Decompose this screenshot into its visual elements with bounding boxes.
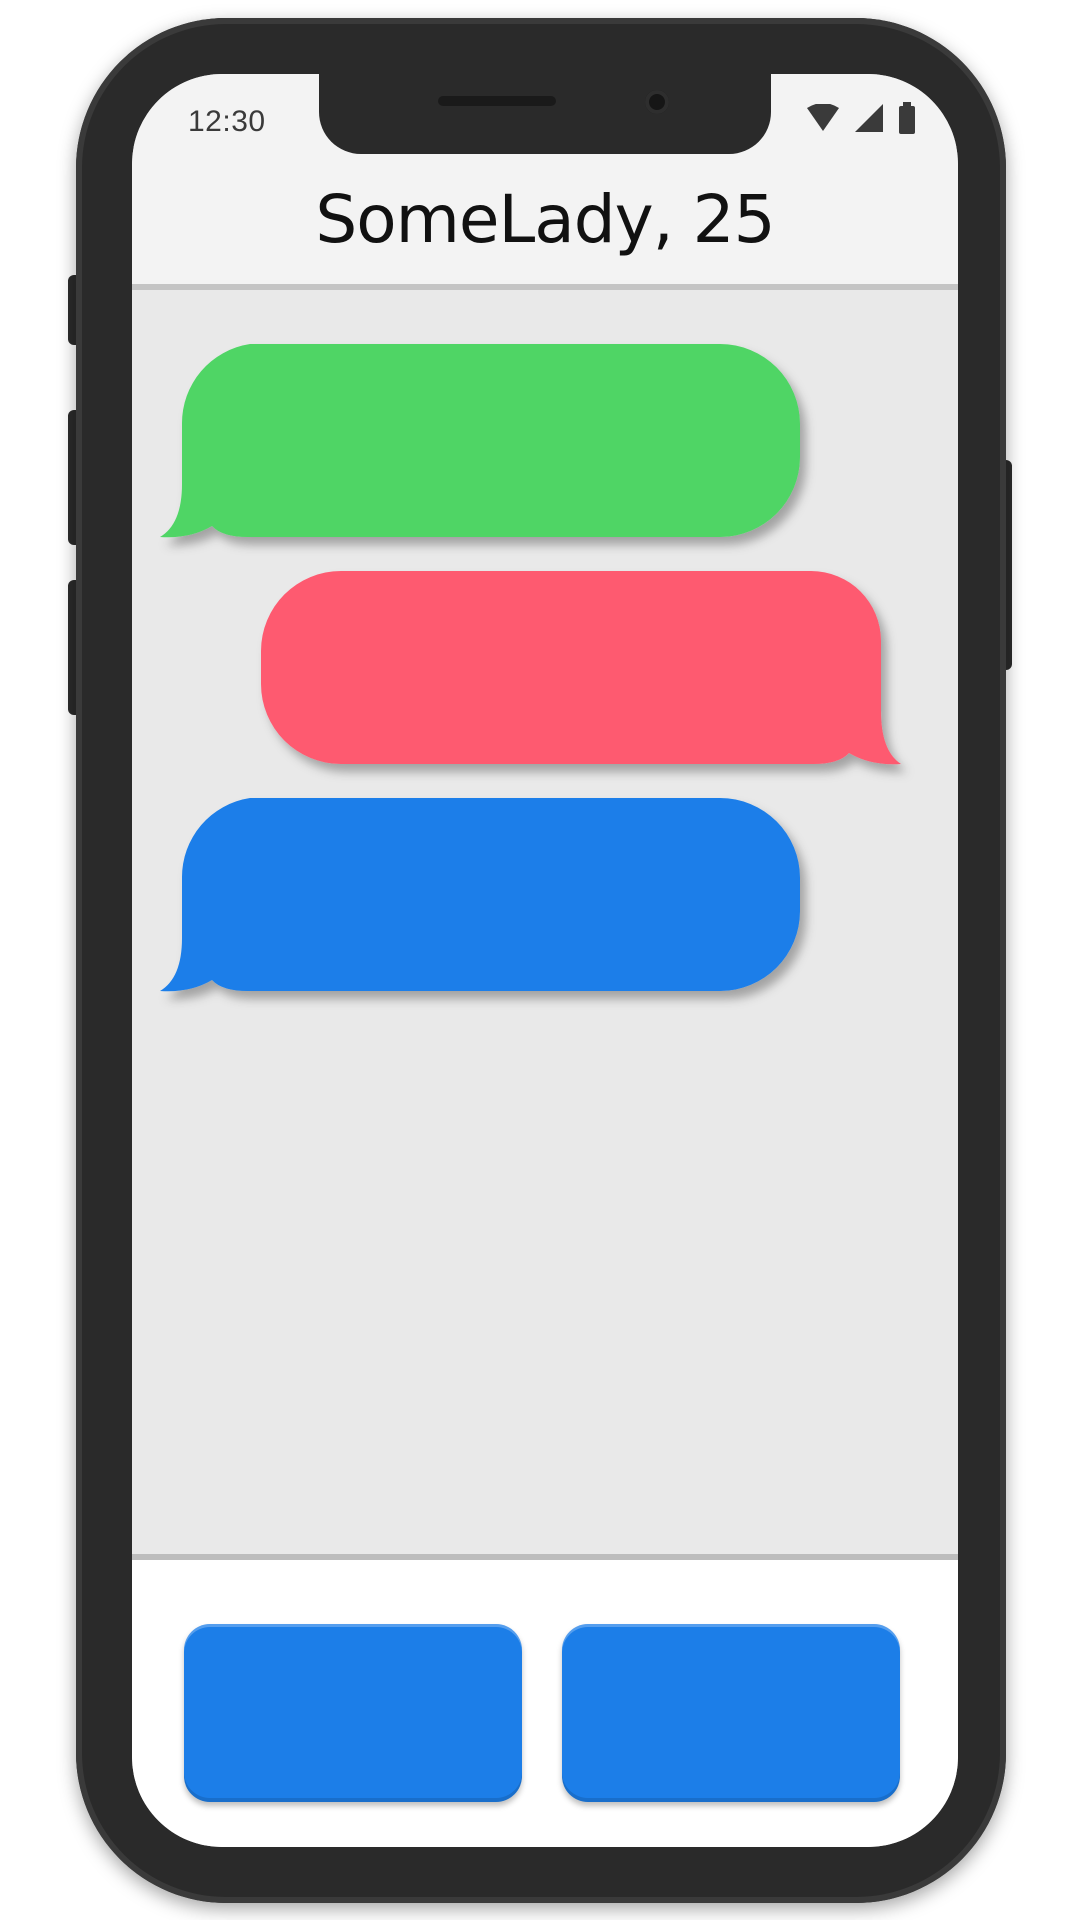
status-icons: [806, 102, 916, 139]
contact-name-title: SomeLady, 25: [315, 180, 775, 258]
chat-header: SomeLady, 25: [132, 154, 958, 290]
phone-screen: 12:30 SomeLady, 25: [132, 74, 958, 1847]
reply-options-panel: [132, 1554, 958, 1847]
status-time: 12:30: [188, 105, 266, 138]
earpiece-speaker: [438, 96, 556, 106]
message-bubble-received[interactable]: [160, 798, 800, 993]
wifi-icon: [806, 103, 840, 137]
front-camera: [645, 90, 669, 114]
device-mockup: 12:30 SomeLady, 25: [0, 0, 1080, 1920]
reply-option-button-1[interactable]: [184, 1624, 522, 1802]
bubble-shape: [261, 571, 901, 765]
battery-icon: [898, 102, 916, 139]
notch: [319, 74, 771, 154]
bubble-shape: [160, 798, 800, 992]
message-bubble-sent[interactable]: [261, 571, 901, 766]
reply-option-button-2[interactable]: [562, 1624, 900, 1802]
message-bubble-received[interactable]: [160, 344, 800, 539]
cellular-signal-icon: [854, 103, 884, 138]
phone-frame: 12:30 SomeLady, 25: [76, 18, 1006, 1903]
bubble-shape: [160, 344, 800, 538]
